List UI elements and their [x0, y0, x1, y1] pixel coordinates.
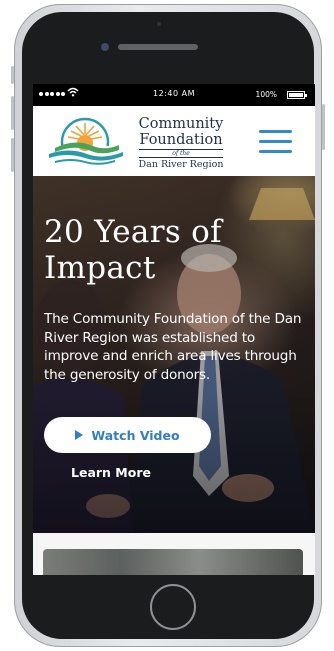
logo-line-of-the: of the: [139, 149, 223, 158]
power-button: [322, 104, 325, 150]
battery-icon: [287, 91, 307, 99]
logo-line-community: Community: [138, 116, 224, 132]
phone-screen: 12:40 AM 100% Community Foundation of th…: [33, 84, 315, 575]
hero-description: The Community Foundation of the Dan Rive…: [44, 311, 302, 383]
watch-video-button[interactable]: Watch Video: [44, 417, 211, 453]
hamburger-menu-icon[interactable]: [259, 130, 292, 154]
proximity-sensor: [157, 22, 161, 26]
next-section-image-card[interactable]: [43, 549, 303, 575]
home-button[interactable]: [150, 584, 196, 630]
hero-section: 20 Years of Impact The Community Foundat…: [33, 176, 315, 533]
volume-down-button: [11, 138, 14, 172]
earpiece-speaker: [118, 44, 198, 50]
logo-line-region: Dan River Region: [138, 159, 224, 170]
foundation-logo-text[interactable]: Community Foundation of the Dan River Re…: [131, 116, 231, 170]
play-icon: [75, 430, 84, 440]
front-camera: [101, 43, 109, 51]
site-header: Community Foundation of the Dan River Re…: [33, 106, 315, 176]
next-section: [33, 533, 315, 575]
hero-title: 20 Years of Impact: [44, 214, 222, 286]
volume-up-button: [11, 96, 14, 130]
logo-line-foundation: Foundation: [139, 132, 223, 148]
foundation-logo-icon[interactable]: [45, 114, 125, 168]
learn-more-link[interactable]: Learn More: [71, 465, 151, 480]
status-bar: 12:40 AM 100%: [33, 84, 315, 106]
battery-percentage: 100%: [255, 90, 277, 99]
watch-video-label: Watch Video: [91, 427, 180, 443]
mute-switch: [11, 66, 14, 84]
